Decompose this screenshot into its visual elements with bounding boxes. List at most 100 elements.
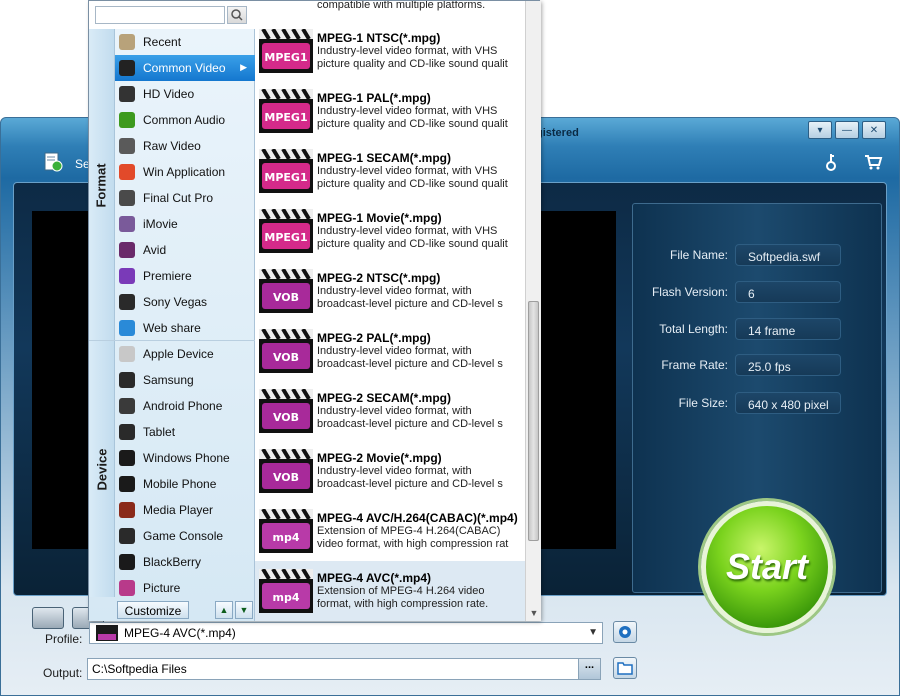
frame-rate-value: 25.0 fps: [735, 354, 841, 376]
category-item[interactable]: Win Application: [115, 159, 255, 185]
format-desc-line1: Industry-level video format, with: [317, 405, 472, 417]
category-item[interactable]: Samsung: [115, 367, 255, 393]
category-label: Picture: [143, 581, 181, 595]
window-title: gistered: [536, 127, 579, 139]
format-badge-text: MPEG1: [264, 231, 307, 244]
file-name-value: Softpedia.swf: [735, 244, 841, 266]
close-button[interactable]: ✕: [862, 121, 886, 139]
start-label: Start: [725, 546, 809, 587]
category-item[interactable]: Sony Vegas: [115, 289, 255, 315]
browse-dots-button[interactable]: ...: [578, 659, 600, 679]
format-desc-line2: picture quality and CD-like sound qualit: [317, 238, 508, 250]
film-clapper-icon: MPEG1: [259, 209, 313, 253]
dropdown-window-button[interactable]: ▾: [808, 121, 832, 139]
game-console-icon: [119, 528, 135, 544]
play-button[interactable]: [32, 607, 64, 629]
category-item[interactable]: Web share: [115, 315, 255, 341]
chevron-down-icon[interactable]: ▼: [588, 627, 598, 638]
category-label: Avid: [143, 243, 167, 257]
total-length-value: 14 frame: [735, 318, 841, 340]
format-description: Industry-level video format, with VHS pic…: [317, 45, 523, 71]
format-badge-text: VOB: [273, 291, 299, 304]
category-label: BlackBerry: [143, 555, 202, 569]
open-folder-button[interactable]: [613, 657, 637, 679]
key-icon[interactable]: [821, 152, 841, 172]
format-item[interactable]: MPEG1 MPEG-1 Movie(*.mpg) Industry-level v…: [255, 201, 525, 261]
device-tab[interactable]: Device: [89, 341, 115, 597]
avid-icon: [119, 242, 135, 258]
category-item[interactable]: Raw Video: [115, 133, 255, 159]
category-item[interactable]: Game Console: [115, 523, 255, 549]
phone-icon: [119, 372, 135, 388]
scrollbar-down-arrow[interactable]: ▼: [526, 605, 542, 621]
cart-icon[interactable]: [863, 152, 883, 172]
format-desc-line1: Industry-level video format, with VHS: [317, 105, 498, 117]
category-item[interactable]: Android Phone: [115, 393, 255, 419]
film-clapper-icon: VOB: [259, 449, 313, 493]
profile-settings-button[interactable]: [613, 621, 637, 643]
format-desc-line2: picture quality and CD-like sound qualit: [317, 178, 508, 190]
format-badge-text: VOB: [273, 411, 299, 424]
scrollbar-thumb[interactable]: [528, 301, 539, 541]
profile-select[interactable]: MPEG-4 AVC(*.mp4) ▼: [89, 622, 603, 644]
category-label: Win Application: [143, 165, 226, 179]
format-item[interactable]: VOB MPEG-2 NTSC(*.mpg) Industry-level vide…: [255, 261, 525, 321]
format-item[interactable]: mp4 MPEG-4 AVC(*.mp4) Extension of MPEG-4 …: [255, 561, 525, 621]
format-item[interactable]: MPEG1 MPEG-1 NTSC(*.mpg) Industry-level vi…: [255, 21, 525, 81]
music-note-icon: [119, 112, 135, 128]
category-item[interactable]: Media Player: [115, 497, 255, 523]
category-item[interactable]: Common Audio: [115, 107, 255, 133]
format-name: MPEG-1 SECAM(*.mpg): [317, 151, 452, 165]
category-item[interactable]: iMovie: [115, 211, 255, 237]
format-item[interactable]: VOB MPEG-2 PAL(*.mpg) Industry-level video…: [255, 321, 525, 381]
category-item[interactable]: Mobile Phone: [115, 471, 255, 497]
output-path-input[interactable]: C:\Softpedia Files ...: [87, 658, 601, 680]
format-badge-text: mp4: [273, 591, 300, 604]
category-item[interactable]: Final Cut Pro: [115, 185, 255, 211]
category-label: HD Video: [143, 87, 195, 101]
format-item[interactable]: MPEG1 MPEG-1 PAL(*.mpg) Industry-level vid…: [255, 81, 525, 141]
format-item[interactable]: mp4 MPEG-4 AVC/H.264(CABAC)(*.mp4) Extensi…: [255, 501, 525, 561]
category-item[interactable]: Avid: [115, 237, 255, 263]
category-item[interactable]: Picture: [115, 575, 255, 601]
customize-button[interactable]: Customize: [117, 601, 189, 619]
category-item[interactable]: Premiere: [115, 263, 255, 289]
category-item[interactable]: Windows Phone: [115, 445, 255, 471]
gear-icon: [619, 626, 631, 638]
category-item[interactable]: Apple Device: [115, 341, 255, 367]
format-list-scrollbar[interactable]: ▼: [525, 1, 541, 621]
category-label: Media Player: [143, 503, 214, 517]
format-item[interactable]: MPEG1 MPEG-1 SECAM(*.mpg) Industry-level v…: [255, 141, 525, 201]
scroll-down-button[interactable]: ▼: [235, 601, 253, 619]
category-label: Final Cut Pro: [143, 191, 214, 205]
settings-file-icon[interactable]: [43, 152, 63, 172]
category-item[interactable]: HD Video: [115, 81, 255, 107]
format-name: MPEG-2 PAL(*.mpg): [317, 331, 431, 345]
flash-version-value: 6: [735, 281, 841, 303]
film-clapper-icon: MPEG1: [259, 89, 313, 133]
format-desc-line2: broadcast-level picture and CD-level s: [317, 358, 503, 370]
flash-version-label: Flash Version:: [651, 285, 728, 299]
clapper-icon: [119, 60, 135, 76]
format-item[interactable]: VOB MPEG-2 Movie(*.mpg) Industry-level vid…: [255, 441, 525, 501]
tablet-icon: [119, 424, 135, 440]
start-button[interactable]: Start: [701, 501, 833, 633]
search-input[interactable]: [95, 6, 225, 24]
category-item[interactable]: Common Video ▶: [115, 55, 255, 81]
category-item[interactable]: Recent: [115, 29, 255, 55]
format-tab[interactable]: Format: [89, 29, 115, 341]
film-clapper-icon: VOB: [259, 389, 313, 433]
format-item[interactable]: VOB MPEG-2 SECAM(*.mpg) Industry-level vid…: [255, 381, 525, 441]
film-clapper-icon: VOB: [259, 329, 313, 373]
format-desc-line2: picture quality and CD-like sound qualit: [317, 58, 508, 70]
scroll-up-button[interactable]: ▲: [215, 601, 233, 619]
format-desc-line1: Industry-level video format, with VHS: [317, 225, 498, 237]
category-label: Android Phone: [143, 399, 223, 413]
search-button[interactable]: [227, 6, 247, 24]
format-popup-menu: Format Device Recent Common Video ▶ HD Vide…: [88, 0, 541, 621]
info-row-flash-version: Flash Version: 6: [633, 281, 883, 305]
total-length-label: Total Length:: [659, 322, 728, 336]
category-item[interactable]: Tablet: [115, 419, 255, 445]
minimize-button[interactable]: —: [835, 121, 859, 139]
category-item[interactable]: BlackBerry: [115, 549, 255, 575]
